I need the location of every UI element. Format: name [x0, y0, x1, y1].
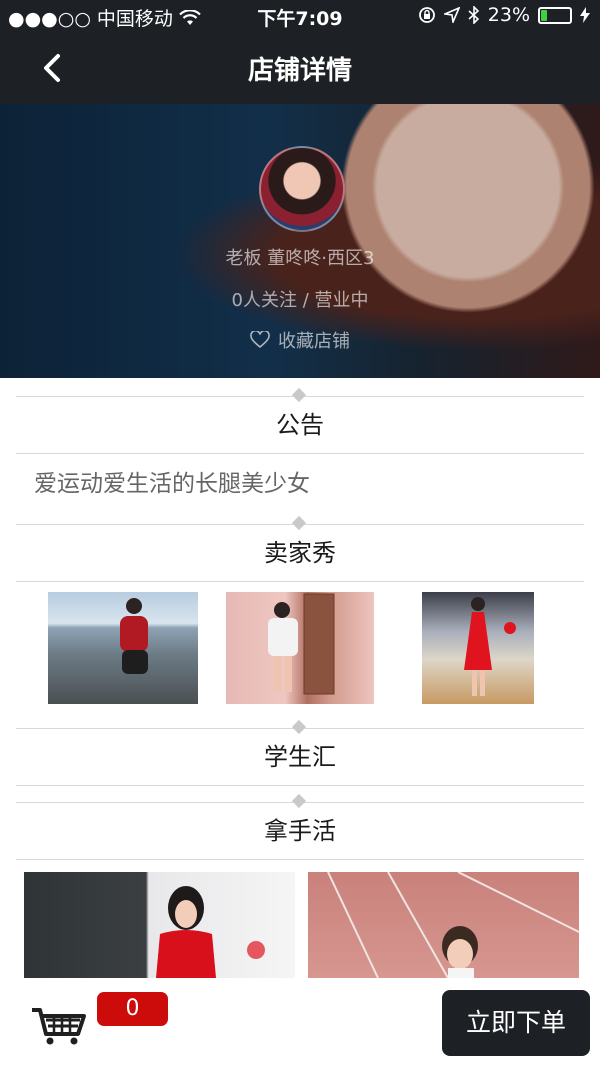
person-figure — [156, 886, 265, 978]
order-now-button[interactable]: 立即下单 — [442, 990, 590, 1056]
seller-photo-1[interactable] — [48, 592, 198, 704]
rotation-lock-icon — [418, 7, 435, 23]
favorite-row: 收藏店铺 — [0, 327, 600, 354]
section-header-specialty: 拿手活 — [16, 793, 584, 860]
favorite-shop-label: 收藏店铺 — [278, 331, 350, 352]
nav-bar: 店铺详情 — [0, 32, 600, 104]
charging-bolt-icon — [580, 7, 590, 23]
heart-outline-icon — [250, 331, 270, 349]
battery-level — [541, 9, 547, 21]
battery-percent: 23% — [487, 4, 530, 26]
specialty-photo-2[interactable] — [308, 872, 579, 978]
status-right: 23% — [418, 4, 590, 26]
section-diamond — [291, 387, 307, 403]
cart-count-badge: 0 — [97, 992, 168, 1026]
seller-photo-3[interactable] — [422, 592, 534, 704]
shop-owner: 老板 董咚咚·西区3 — [225, 248, 375, 269]
specialty-photo-1[interactable] — [24, 872, 295, 978]
notice-text: 爱运动爱生活的长腿美少女 — [34, 471, 310, 497]
notice-title: 公告 — [276, 411, 324, 439]
footer-bar: 0 立即下单 — [0, 978, 600, 1067]
section-diamond — [291, 793, 307, 809]
favorite-shop-button[interactable]: 收藏店铺 — [250, 327, 350, 353]
shopping-cart-icon[interactable] — [30, 1006, 88, 1046]
person-figure — [268, 593, 335, 695]
seller-photo-2[interactable] — [226, 592, 374, 704]
section-diamond — [291, 515, 307, 531]
person-figure — [327, 872, 579, 978]
status-bar: ●●●○○ 中国移动 下午7:09 23% — [0, 0, 600, 32]
section-diamond — [291, 719, 307, 735]
specialty-title: 拿手活 — [264, 817, 336, 845]
shop-stats: 0人关注 / 营业中 — [231, 290, 369, 311]
shop-banner: 老板 董咚咚·西区3 0人关注 / 营业中 收藏店铺 — [0, 104, 600, 378]
location-arrow-icon — [443, 7, 460, 23]
section-header-student: 学生汇 — [16, 719, 584, 786]
person-figure — [464, 597, 516, 696]
bluetooth-icon — [468, 6, 479, 24]
battery-icon — [538, 6, 572, 24]
shop-avatar[interactable] — [259, 146, 345, 232]
student-title: 学生汇 — [264, 743, 336, 771]
seller-show-title: 卖家秀 — [264, 539, 336, 567]
section-header-seller-show: 卖家秀 — [16, 515, 584, 582]
person-figure — [120, 598, 148, 674]
page-title: 店铺详情 — [247, 56, 352, 86]
section-header-notice: 公告 — [16, 387, 584, 454]
